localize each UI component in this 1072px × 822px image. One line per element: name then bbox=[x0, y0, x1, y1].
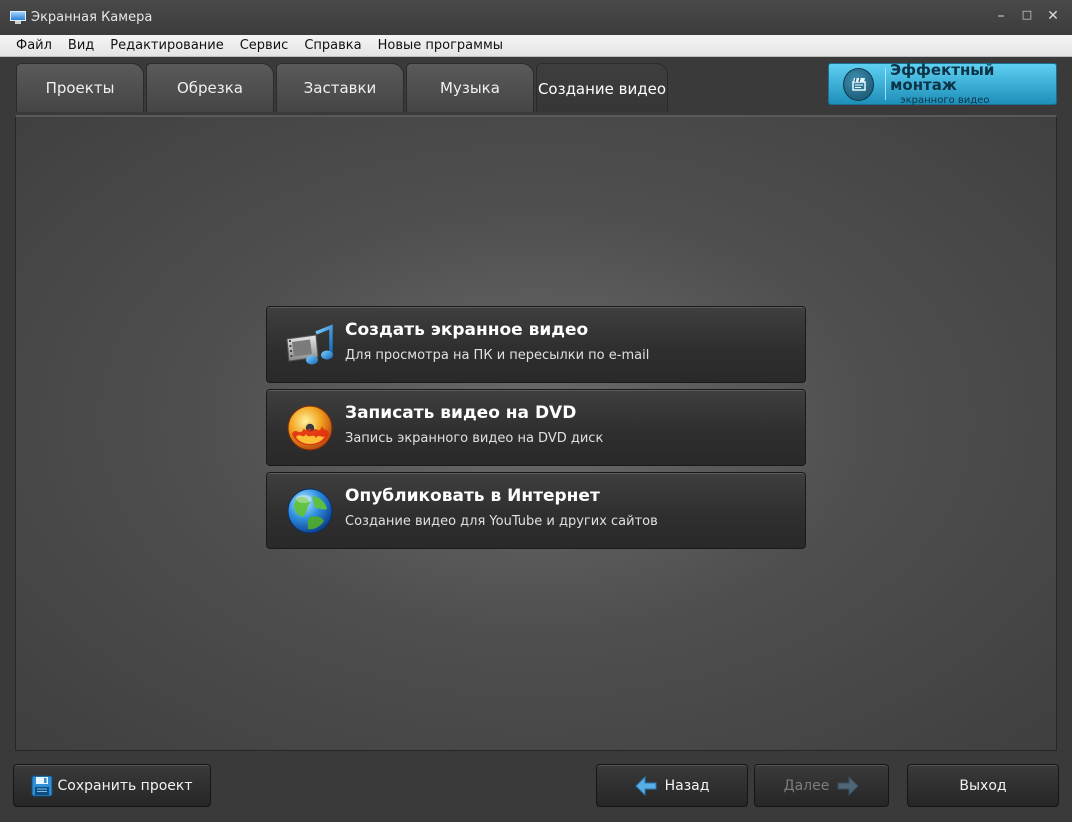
next-label: Далее bbox=[783, 777, 830, 794]
option-subtitle: Создание видео для YouTube и других сайт… bbox=[345, 514, 658, 529]
promo-subtitle: экранного видео bbox=[900, 94, 990, 106]
tab-create-video[interactable]: Создание видео bbox=[536, 63, 668, 112]
exit-button[interactable]: Выход bbox=[907, 764, 1059, 807]
option-title: Создать экранное видео bbox=[345, 320, 589, 340]
tab-music[interactable]: Музыка bbox=[406, 63, 534, 112]
globe-icon bbox=[286, 487, 334, 535]
publish-internet-button[interactable]: Опубликовать в Интернет Создание видео д… bbox=[266, 472, 806, 549]
film-music-icon bbox=[286, 321, 334, 369]
promo-banner-button[interactable]: Эффектный монтаж экранного видео bbox=[828, 60, 1057, 106]
app-monitor-icon bbox=[10, 11, 26, 24]
tab-trim[interactable]: Обрезка bbox=[146, 63, 274, 112]
window-title: Экранная Камера bbox=[31, 10, 153, 25]
tab-intros[interactable]: Заставки bbox=[276, 63, 404, 112]
promo-divider bbox=[885, 68, 887, 100]
menu-view[interactable]: Вид bbox=[60, 38, 102, 53]
create-screen-video-button[interactable]: Создать экранное видео Для просмотра на … bbox=[266, 306, 806, 383]
burn-dvd-button[interactable]: Записать видео на DVD Запись экранного в… bbox=[266, 389, 806, 466]
option-title: Опубликовать в Интернет bbox=[345, 486, 600, 506]
menu-help[interactable]: Справка bbox=[296, 38, 369, 53]
title-bar: Экранная Камера – □ ✕ bbox=[0, 0, 1072, 35]
menu-bar: Файл Вид Редактирование Сервис Справка Н… bbox=[0, 35, 1072, 57]
menu-file[interactable]: Файл bbox=[0, 38, 60, 53]
floppy-disk-icon bbox=[31, 775, 53, 797]
save-project-button[interactable]: Сохранить проект bbox=[13, 764, 211, 807]
option-subtitle: Запись экранного видео на DVD диск bbox=[345, 431, 604, 446]
dvd-flame-icon bbox=[286, 404, 334, 452]
option-subtitle: Для просмотра на ПК и пересылки по e-mai… bbox=[345, 348, 650, 363]
back-button[interactable]: Назад bbox=[596, 764, 748, 807]
close-button[interactable]: ✕ bbox=[1046, 8, 1060, 24]
menu-edit[interactable]: Редактирование bbox=[102, 38, 231, 53]
next-button[interactable]: Далее bbox=[754, 764, 889, 807]
tab-bar: Проекты Обрезка Заставки Музыка Создание… bbox=[16, 63, 668, 112]
menu-service[interactable]: Сервис bbox=[232, 38, 297, 53]
option-title: Записать видео на DVD bbox=[345, 403, 577, 423]
menu-new-programs[interactable]: Новые программы bbox=[370, 38, 511, 53]
minimize-button[interactable]: – bbox=[994, 8, 1008, 24]
save-project-label: Сохранить проект bbox=[57, 777, 193, 794]
arrow-right-icon bbox=[837, 775, 860, 796]
back-label: Назад bbox=[664, 777, 710, 794]
promo-title: Эффектный монтаж bbox=[890, 60, 995, 94]
maximize-button[interactable]: □ bbox=[1020, 8, 1034, 24]
tab-projects[interactable]: Проекты bbox=[16, 63, 144, 112]
clapperboard-icon bbox=[843, 67, 875, 101]
arrow-left-icon bbox=[634, 775, 657, 796]
